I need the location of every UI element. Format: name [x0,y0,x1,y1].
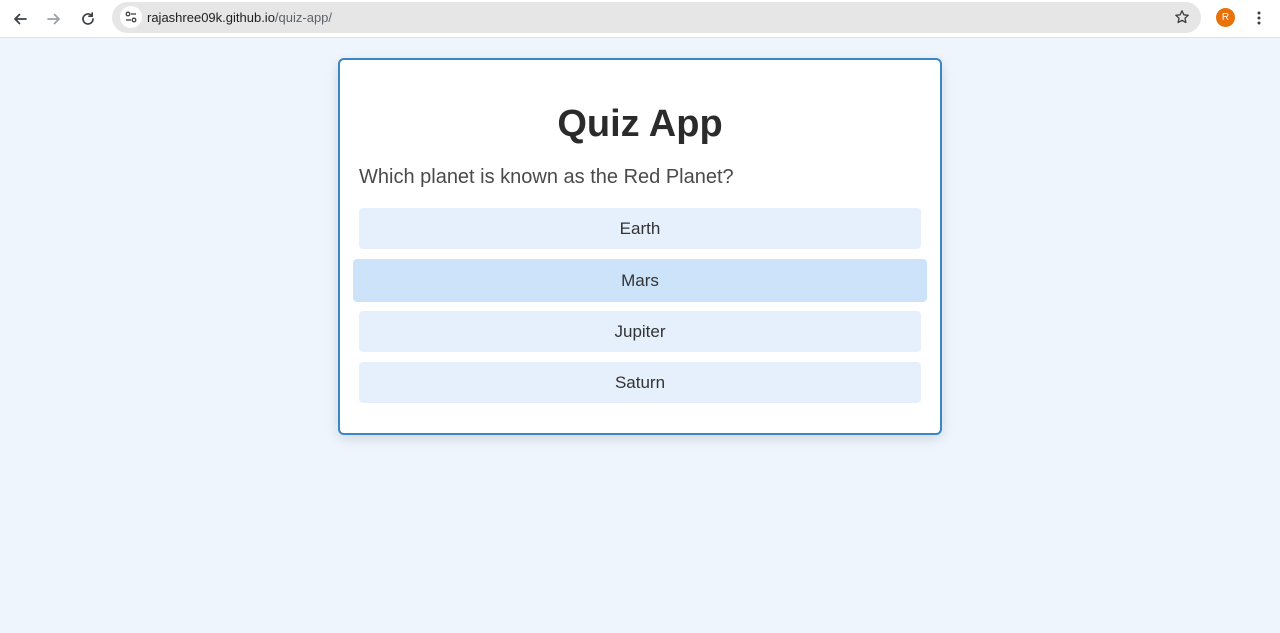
page-title: Quiz App [557,103,723,145]
url-path: /quiz-app/ [274,10,333,25]
option-saturn-button[interactable]: Saturn [359,362,921,403]
tune-icon [125,11,137,23]
reload-icon [82,12,94,25]
profile-avatar[interactable]: R [1216,8,1235,27]
back-button[interactable] [6,5,34,33]
url-text[interactable]: rajashree09k.github.io/quiz-app/ [147,9,332,26]
forward-arrow-icon [47,13,60,25]
browser-toolbar: rajashree09k.github.io/quiz-app/ R [0,0,1280,38]
option-mars-button[interactable]: Mars [353,259,927,302]
forward-button[interactable] [40,5,68,33]
kebab-menu-icon [1257,11,1261,25]
bookmark-button[interactable] [1169,4,1195,30]
address-bar[interactable]: rajashree09k.github.io/quiz-app/ [112,2,1201,33]
star-icon [1175,10,1189,24]
site-info-button[interactable] [120,6,142,28]
browser-menu-button[interactable] [1248,5,1270,31]
quiz-card: Quiz App Which planet is known as the Re… [338,58,942,435]
question-text: Which planet is known as the Red Planet? [359,166,734,188]
back-arrow-icon [14,13,27,25]
option-jupiter-button[interactable]: Jupiter [359,311,921,352]
url-host: rajashree09k.github.io [147,10,275,25]
option-earth-button[interactable]: Earth [359,208,921,249]
reload-button[interactable] [74,5,102,33]
